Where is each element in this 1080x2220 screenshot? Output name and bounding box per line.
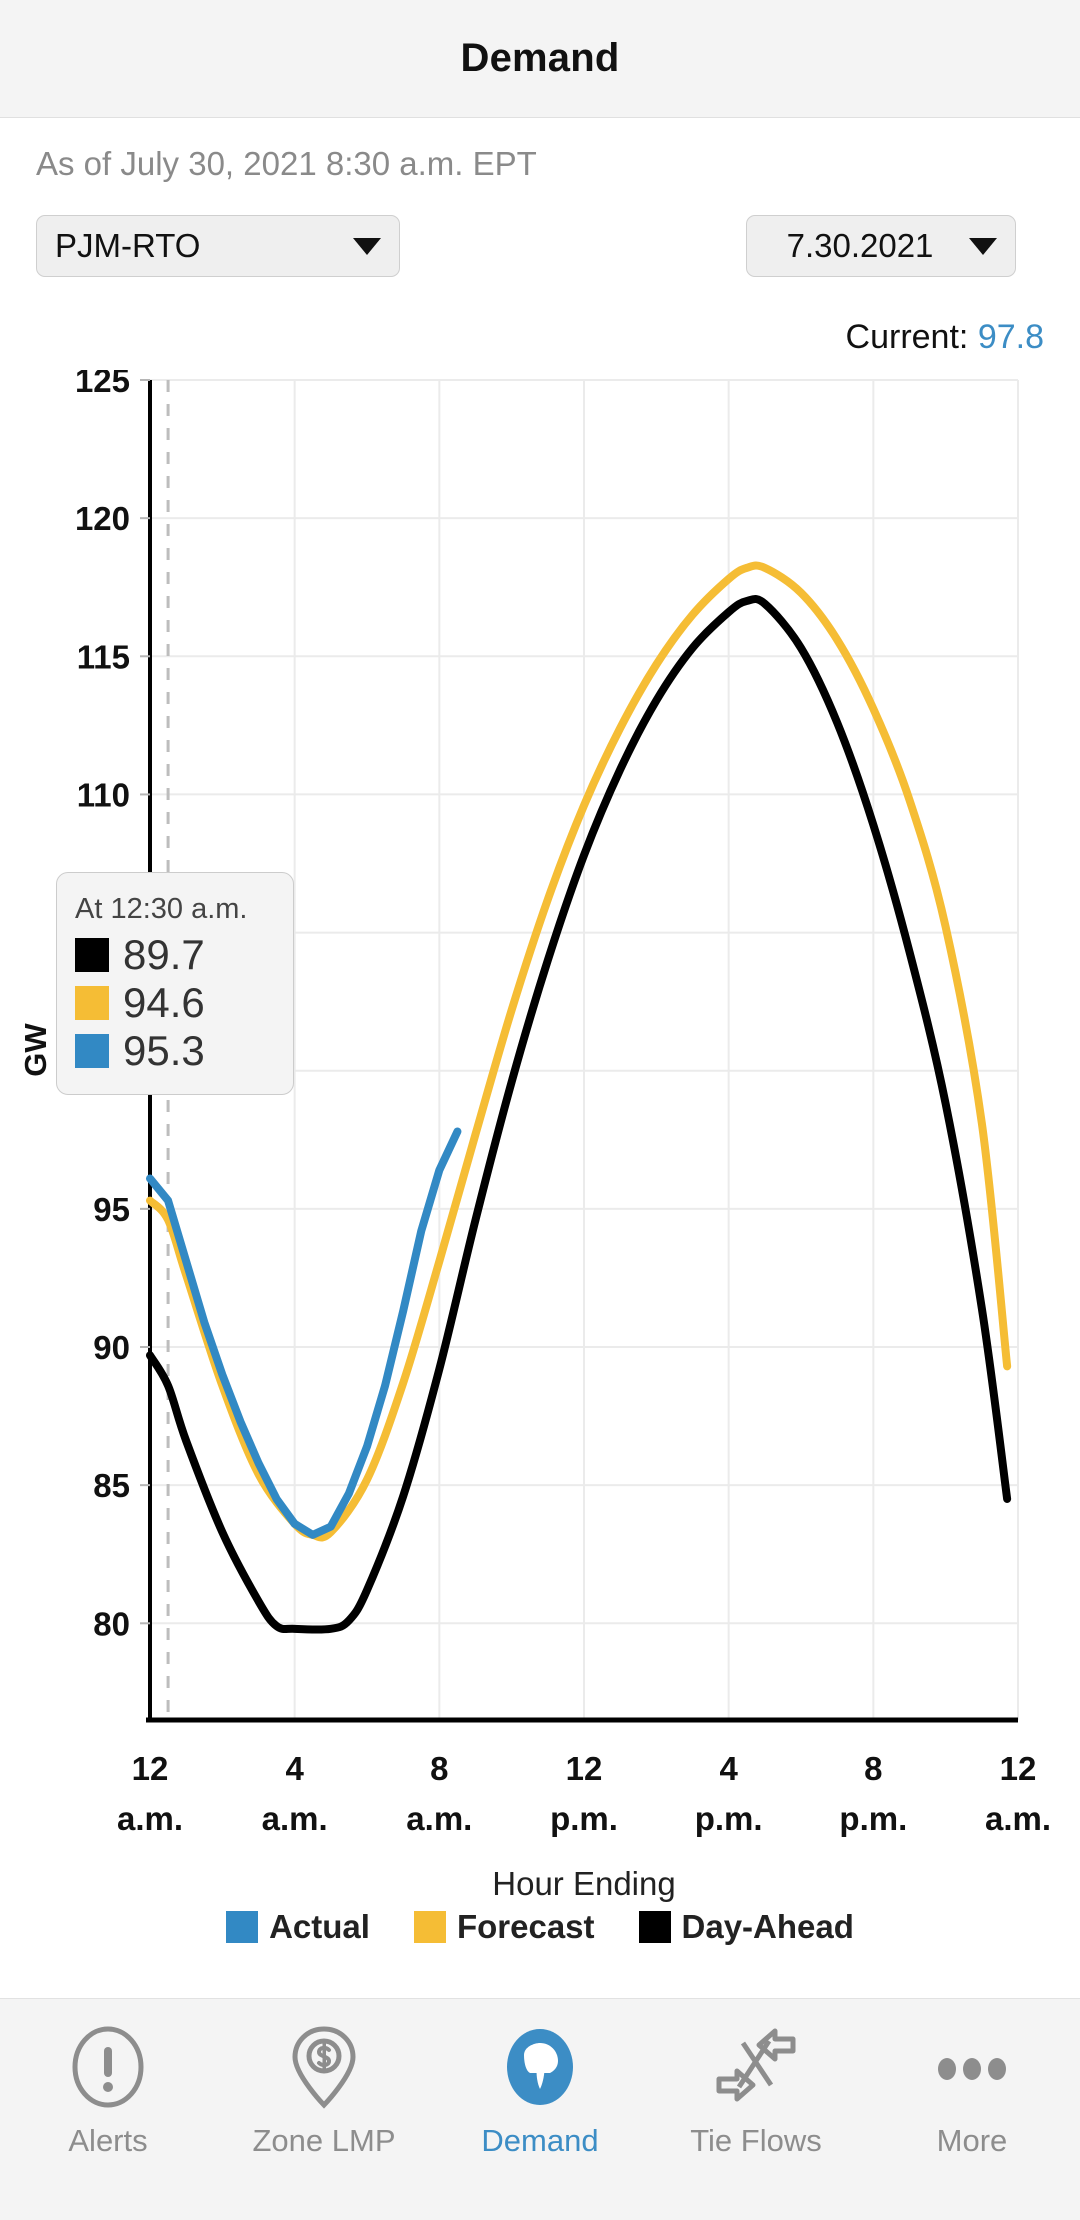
region-select-value: PJM-RTO xyxy=(55,227,201,264)
tooltip-value-day-ahead: 89.7 xyxy=(123,931,205,978)
nav-label-demand: Demand xyxy=(481,2123,599,2158)
nav-label-more: More xyxy=(936,2123,1008,2158)
bottom-navigation-bar: Alerts Zone LMP Demand Tie Flows More xyxy=(0,1998,1080,2220)
tooltip-row: 95.3 xyxy=(75,1030,275,1072)
chevron-down-icon xyxy=(353,237,381,255)
nav-label-tie-flows: Tie Flows xyxy=(690,2123,822,2158)
svg-text:80: 80 xyxy=(93,1605,130,1642)
svg-text:95: 95 xyxy=(93,1191,130,1228)
two-way-arrows-icon xyxy=(713,2025,799,2109)
legend-label-actual: Actual xyxy=(269,1908,370,1945)
tooltip-swatch-day-ahead xyxy=(75,938,109,972)
nav-label-alerts: Alerts xyxy=(68,2123,148,2158)
legend-item-actual[interactable]: Actual xyxy=(226,1908,370,1946)
svg-text:110: 110 xyxy=(77,776,130,813)
svg-text:85: 85 xyxy=(93,1467,130,1504)
legend-item-forecast[interactable]: Forecast xyxy=(413,1908,595,1946)
demand-chart[interactable]: 80 85 90 95 110 115 120 125 12 a.m. 4 a.m. 8 a.m. 12 p… xyxy=(0,370,1080,1970)
chart-x-tick-labels: 12 a.m. 4 a.m. 8 a.m. 12 p.m. 4 p.m. 8 p.m. 12 a.m. xyxy=(117,1750,1051,1837)
tooltip-value-actual: 95.3 xyxy=(123,1027,205,1074)
gauge-circle-icon xyxy=(502,2025,578,2109)
nav-item-demand[interactable]: Demand xyxy=(440,2025,640,2159)
date-select[interactable]: 7.30.2021 xyxy=(746,215,1016,277)
svg-text:p.m.: p.m. xyxy=(839,1800,907,1837)
svg-text:12: 12 xyxy=(566,1750,603,1787)
svg-text:GW: GW xyxy=(18,1023,53,1077)
as-of-timestamp: As of July 30, 2021 8:30 a.m. EPT xyxy=(36,145,537,182)
nav-label-zone-lmp: Zone LMP xyxy=(252,2123,396,2158)
svg-text:a.m.: a.m. xyxy=(406,1800,472,1837)
svg-text:8: 8 xyxy=(864,1750,882,1787)
three-dots-icon xyxy=(929,2025,1015,2109)
app-bar: Demand xyxy=(0,0,1080,118)
nav-item-alerts[interactable]: Alerts xyxy=(8,2025,208,2159)
svg-text:4: 4 xyxy=(285,1750,304,1787)
date-select-value: 7.30.2021 xyxy=(786,227,934,264)
svg-text:12: 12 xyxy=(132,1750,169,1787)
legend-swatch-day-ahead xyxy=(638,1911,671,1943)
legend-swatch-forecast xyxy=(413,1911,446,1943)
nav-item-zone-lmp[interactable]: Zone LMP xyxy=(224,2025,424,2159)
svg-text:8: 8 xyxy=(430,1750,448,1787)
svg-text:125: 125 xyxy=(75,370,130,399)
tooltip-swatch-actual xyxy=(75,1034,109,1068)
chevron-down-icon xyxy=(969,237,997,255)
demand-screen: Demand As of July 30, 2021 8:30 a.m. EPT… xyxy=(0,0,1080,2220)
svg-text:120: 120 xyxy=(75,500,130,537)
map-pin-dollar-icon xyxy=(291,2025,357,2109)
tooltip-value-forecast: 94.6 xyxy=(123,979,205,1026)
region-select[interactable]: PJM-RTO xyxy=(36,215,400,277)
tooltip-time: At 12:30 a.m. xyxy=(75,893,248,925)
nav-item-more[interactable]: More xyxy=(872,2025,1072,2159)
legend-label-forecast: Forecast xyxy=(456,1908,595,1945)
current-value-readout: Current: 97.8 xyxy=(846,318,1044,357)
svg-text:Hour Ending: Hour Ending xyxy=(492,1865,675,1902)
chart-series xyxy=(146,561,1012,1634)
tooltip-row: 89.7 xyxy=(75,934,275,976)
svg-text:a.m.: a.m. xyxy=(985,1800,1051,1837)
svg-text:a.m.: a.m. xyxy=(117,1800,183,1837)
svg-text:4: 4 xyxy=(719,1750,738,1787)
current-label: Current: xyxy=(845,318,969,356)
legend-item-day-ahead[interactable]: Day-Ahead xyxy=(638,1908,854,1946)
nav-item-tie-flows[interactable]: Tie Flows xyxy=(656,2025,856,2159)
demand-chart-svg[interactable]: 80 85 90 95 110 115 120 125 12 a.m. 4 a.m. 8 a.m. 12 p… xyxy=(0,370,1080,1970)
svg-text:115: 115 xyxy=(77,638,130,675)
legend-label-day-ahead: Day-Ahead xyxy=(681,1908,854,1945)
svg-text:90: 90 xyxy=(93,1329,130,1366)
chart-line-day-ahead xyxy=(146,594,1012,1634)
svg-text:a.m.: a.m. xyxy=(262,1800,328,1837)
chart-hover-tooltip: At 12:30 a.m. 89.7 94.6 95.3 xyxy=(56,872,294,1095)
page-title: Demand xyxy=(460,36,620,80)
svg-text:p.m.: p.m. xyxy=(550,1800,618,1837)
tooltip-row: 94.6 xyxy=(75,982,275,1024)
alert-exclamation-circle-icon xyxy=(70,2025,146,2109)
current-value: 97.8 xyxy=(977,318,1044,356)
tooltip-swatch-forecast xyxy=(75,986,109,1020)
legend-swatch-actual xyxy=(226,1911,259,1943)
chart-legend: Actual Forecast Day-Ahead xyxy=(0,1908,1080,1946)
svg-text:p.m.: p.m. xyxy=(695,1800,763,1837)
svg-text:12: 12 xyxy=(1000,1750,1037,1787)
